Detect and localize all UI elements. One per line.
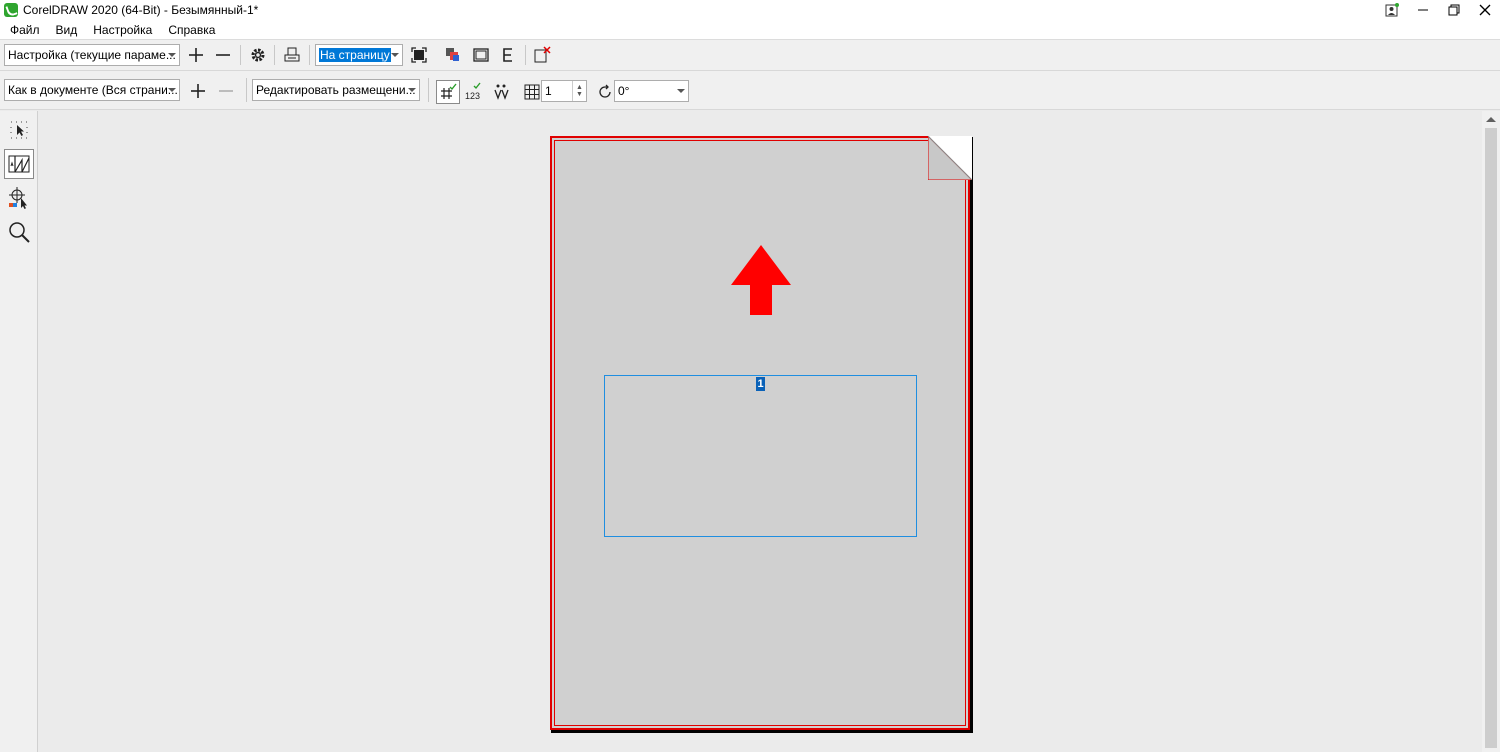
scroll-up-arrow-icon[interactable] <box>1482 111 1500 127</box>
add-page-button[interactable] <box>186 79 210 103</box>
frame-number-badge: 1 <box>756 377 765 391</box>
hash-check-icon <box>441 83 457 99</box>
plus-icon <box>189 48 203 62</box>
coreldraw-logo-icon <box>4 3 18 17</box>
close-button[interactable] <box>1469 0 1500 20</box>
add-preset-button[interactable] <box>184 43 208 67</box>
number-frames-button[interactable] <box>436 80 460 104</box>
full-screen-button[interactable] <box>407 43 431 67</box>
separator <box>428 78 429 102</box>
gear-icon <box>251 48 265 62</box>
number-pages-button[interactable]: 123 <box>462 80 486 104</box>
page-frame-icon <box>473 48 489 62</box>
page-fold-icon <box>928 136 972 180</box>
separator <box>525 45 526 65</box>
printer-icon <box>284 47 300 62</box>
grid-icon <box>524 84 540 100</box>
marks-placement-icon <box>9 187 27 209</box>
marks-placement-tool-button[interactable] <box>4 183 34 213</box>
close-preview-icon <box>534 46 551 63</box>
print-preview-toolbar: Настройка (текущие параме... На страницу <box>0 40 1500 71</box>
minimize-button[interactable] <box>1407 0 1438 20</box>
layout-value: Редактировать размещени... <box>256 83 416 97</box>
title-bar: CorelDRAW 2020 (64-Bit) - Безымянный-1* <box>0 0 1500 20</box>
chevron-down-icon <box>405 80 419 100</box>
menu-help[interactable]: Справка <box>162 23 225 37</box>
pick-tool-icon <box>10 121 28 139</box>
separator <box>274 45 275 65</box>
scrollbar-thumb[interactable] <box>1485 128 1497 748</box>
mirror-button[interactable] <box>496 43 520 67</box>
page-orientation-arrow-icon <box>731 245 791 315</box>
remove-page-button[interactable] <box>214 79 238 103</box>
plus-icon <box>191 84 205 98</box>
minus-icon <box>219 90 233 92</box>
menu-settings[interactable]: Настройка <box>87 23 162 37</box>
imposition-tool-icon <box>8 155 30 173</box>
separator <box>246 78 247 102</box>
separator <box>240 45 241 65</box>
imposition-frame[interactable] <box>604 375 917 537</box>
restore-button[interactable] <box>1438 0 1469 20</box>
remove-preset-button[interactable] <box>211 43 235 67</box>
person-icon[interactable] <box>1376 0 1407 20</box>
zoom-value: На страницу <box>319 48 391 62</box>
pick-tool-button[interactable] <box>4 115 34 145</box>
window-title: CorelDRAW 2020 (64-Bit) - Безымянный-1* <box>23 3 259 17</box>
separator <box>309 45 310 65</box>
layout-combo[interactable]: Редактировать размещени... <box>252 79 420 101</box>
rotation-value: 0° <box>618 84 630 98</box>
print-options-button[interactable] <box>246 43 270 67</box>
menu-bar: Файл Вид Настройка Справка <box>0 20 1500 40</box>
zoom-tool-button[interactable] <box>4 217 34 247</box>
zoom-combo[interactable]: На страницу <box>315 44 403 66</box>
minus-icon <box>216 54 230 56</box>
toolbox <box>0 111 38 752</box>
chevron-down-icon <box>165 45 179 65</box>
spinner-arrows-icon[interactable]: ▲ ▼ <box>572 81 586 101</box>
copies-value: 1 <box>545 84 552 98</box>
pages-combo[interactable]: Как в документе (Вся страни... <box>4 79 180 101</box>
menu-file[interactable]: Файл <box>4 23 50 37</box>
rotation-combo[interactable]: 0° <box>614 80 689 102</box>
menu-view[interactable]: Вид <box>50 23 88 37</box>
mirror-e-icon <box>503 48 512 62</box>
imposition-layout-tool-button[interactable] <box>4 149 34 179</box>
invert-button[interactable] <box>469 43 493 67</box>
full-screen-icon <box>411 47 427 63</box>
number-label: 123 <box>465 91 480 101</box>
chevron-down-icon <box>674 81 688 101</box>
color-separations-button[interactable] <box>441 43 465 67</box>
copies-spinner[interactable]: 1 ▲ ▼ <box>541 80 587 102</box>
vertical-scrollbar[interactable] <box>1482 111 1500 752</box>
chevron-down-icon <box>165 80 179 100</box>
separations-icon <box>446 48 459 61</box>
preset-combo[interactable]: Настройка (текущие параме... <box>4 44 180 66</box>
crop-marks-button[interactable] <box>490 80 514 104</box>
pages-value: Как в документе (Вся страни... <box>8 83 178 97</box>
window-controls <box>1376 0 1500 20</box>
marks-icon <box>494 84 509 100</box>
chevron-down-icon <box>388 45 402 65</box>
print-button[interactable] <box>280 43 304 67</box>
close-print-preview-button[interactable] <box>530 43 554 67</box>
property-bar: Как в документе (Вся страни... Редактиро… <box>0 71 1500 110</box>
number-check-icon: 123 <box>465 82 481 101</box>
preset-value: Настройка (текущие параме... <box>8 48 176 62</box>
magnifier-icon <box>9 222 30 243</box>
